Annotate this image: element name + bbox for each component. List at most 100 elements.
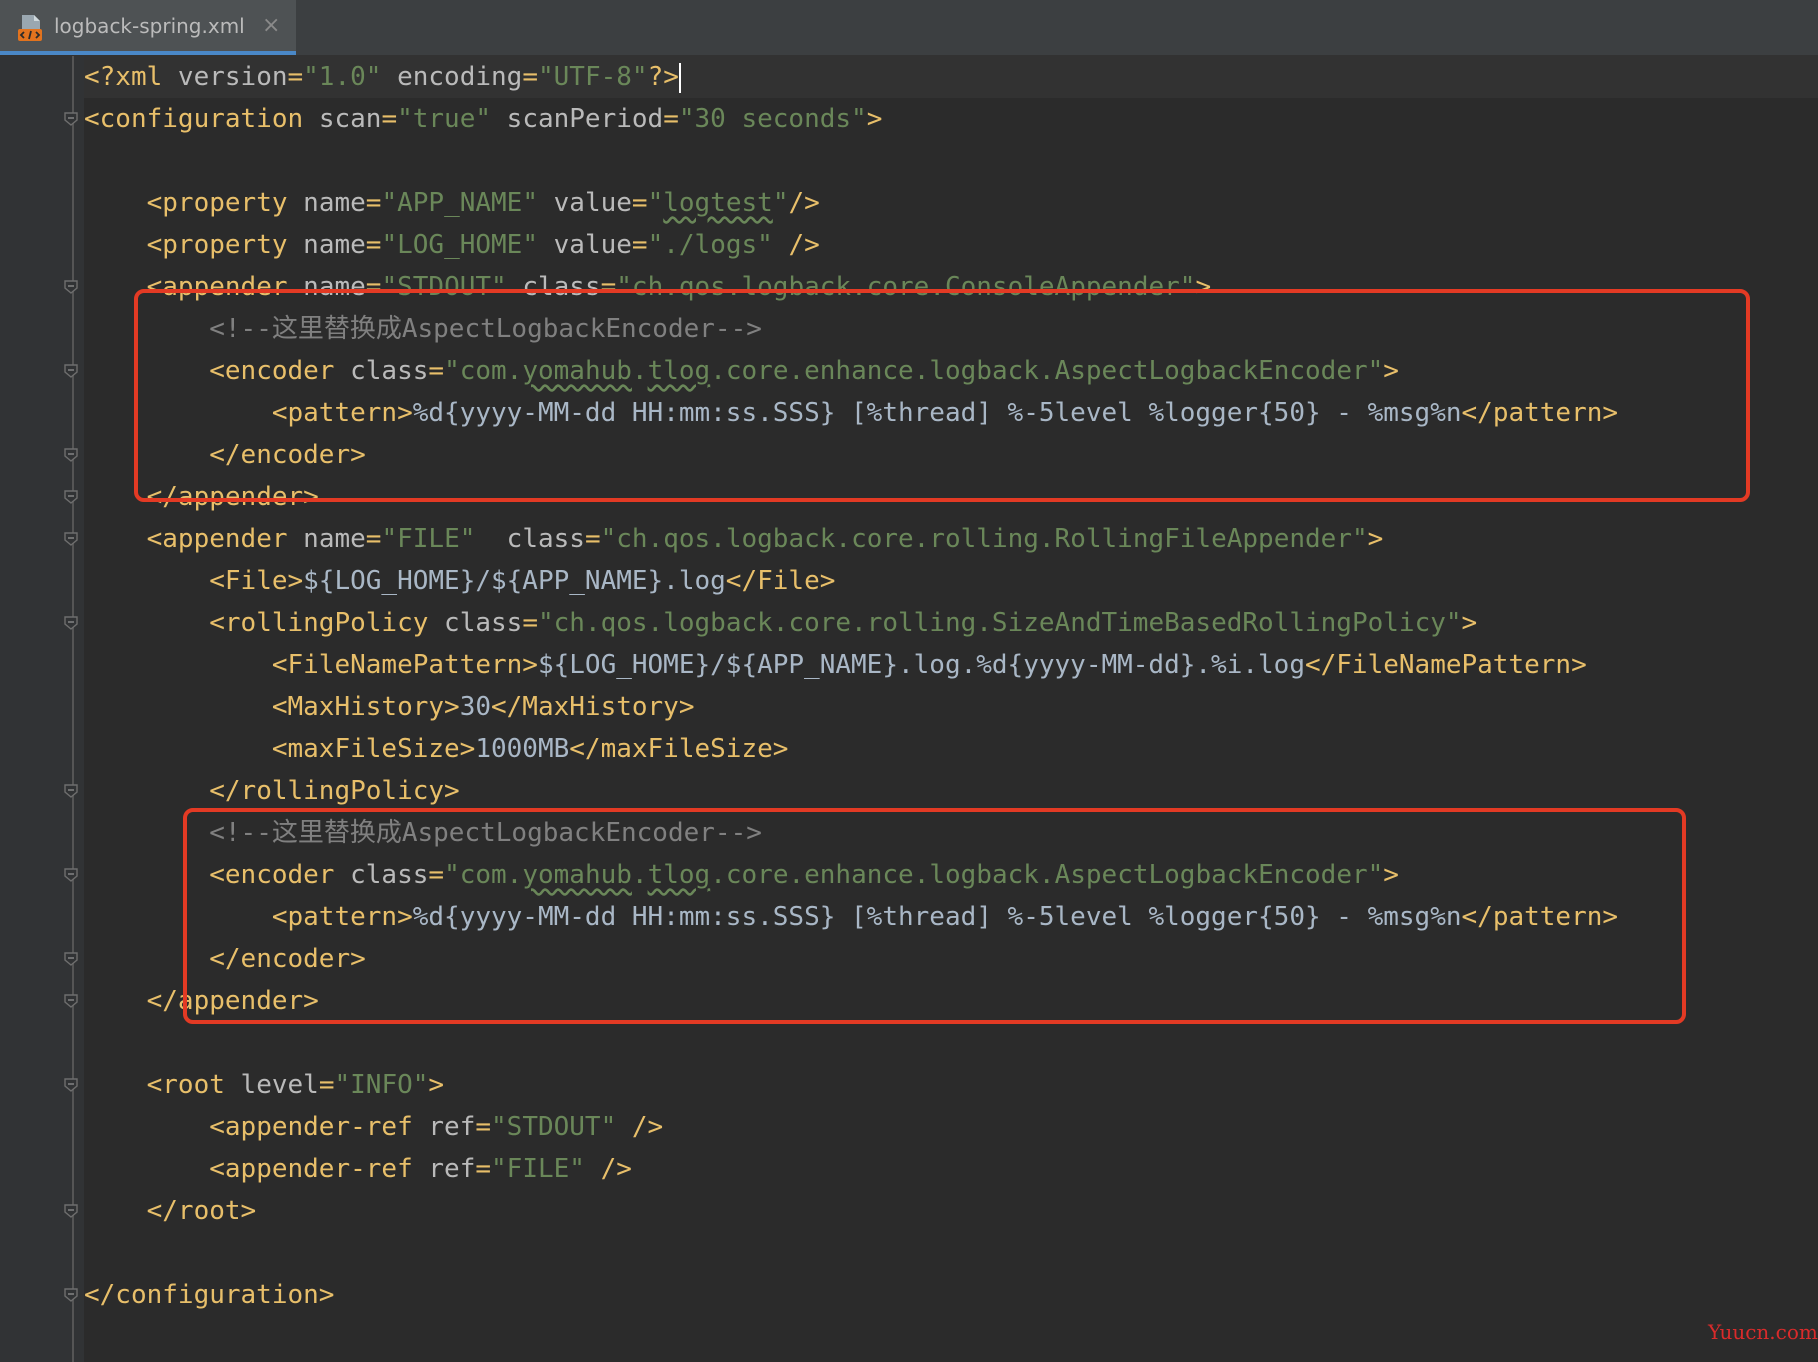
fold-icon[interactable] <box>63 783 79 799</box>
code-token: "ch.qos.logback.core.rolling.SizeAndTime… <box>537 608 1462 638</box>
close-icon[interactable]: × <box>262 14 280 38</box>
code-token: "UTF-8" <box>537 62 648 92</box>
code-token: <root <box>146 1070 241 1100</box>
code-line: <MaxHistory>30</MaxHistory> <box>84 686 695 728</box>
fold-icon[interactable] <box>63 489 79 505</box>
code-token: logtest <box>663 188 773 218</box>
code-line: <rollingPolicy class="ch.qos.logback.cor… <box>84 602 1477 644</box>
code-token: ${LOG_HOME}/${APP_NAME}.log.%d{yyyy-MM-d… <box>537 650 1305 680</box>
code-line: <property name="LOG_HOME" value="./logs"… <box>84 224 820 266</box>
fold-icon[interactable] <box>63 867 79 883</box>
code-line: </root> <box>84 1190 257 1232</box>
code-token: </MaxHistory> <box>491 692 695 722</box>
code-token: = <box>522 62 538 92</box>
code-token: 30 <box>459 692 491 722</box>
fold-icon[interactable] <box>63 615 79 631</box>
code-token: <maxFileSize> <box>271 734 476 764</box>
fold-icon[interactable] <box>63 111 79 127</box>
code-token: </FileNamePattern> <box>1304 650 1587 680</box>
code-token: " <box>772 188 789 218</box>
code-token: <?xml <box>84 62 178 92</box>
code-line: <maxFileSize>1000MB</maxFileSize> <box>84 728 789 770</box>
fold-icon[interactable] <box>63 1077 79 1093</box>
code-token: <FileNamePattern> <box>271 650 538 680</box>
code-line: <appender-ref ref="STDOUT" /> <box>84 1106 663 1148</box>
tab-logback-spring-xml[interactable]: logback-spring.xml × <box>0 0 296 55</box>
code-token: ?> <box>647 62 679 92</box>
code-token: = <box>365 188 382 218</box>
tab-filename: logback-spring.xml <box>54 14 245 38</box>
code-token: "./logs" <box>647 230 773 260</box>
code-token: = <box>365 524 382 554</box>
code-token: = <box>663 104 679 134</box>
fold-icon[interactable] <box>63 951 79 967</box>
code-token: scanPeriod <box>491 104 664 134</box>
code-line: <?xml version="1.0" encoding="UTF-8"?> <box>84 56 681 98</box>
code-token: <File> <box>209 566 304 596</box>
code-token: 1000MB <box>475 734 570 764</box>
fold-icon[interactable] <box>63 1287 79 1303</box>
code-token: ${LOG_HOME}/${APP_NAME}.log <box>303 566 726 596</box>
code-token: /> <box>772 230 820 260</box>
code-line: <File>${LOG_HOME}/${APP_NAME}.log</File> <box>84 560 835 602</box>
code-token: ref <box>428 1112 476 1142</box>
code-token: > <box>1461 608 1478 638</box>
fold-icon[interactable] <box>63 1203 79 1219</box>
code-token: "FILE" <box>491 1154 585 1184</box>
xml-file-icon <box>18 15 42 41</box>
fold-icon[interactable] <box>63 447 79 463</box>
fold-icon[interactable] <box>63 993 79 1009</box>
code-token: > <box>866 104 883 134</box>
code-token: value <box>538 188 632 218</box>
code-token: = <box>584 524 601 554</box>
code-token: "30 seconds" <box>678 104 867 134</box>
code-line: </configuration> <box>84 1274 334 1316</box>
code-editor[interactable]: <?xml version="1.0" encoding="UTF-8"?> <c… <box>84 56 1818 1362</box>
code-token: > <box>428 1070 445 1100</box>
code-token: scan <box>318 104 382 134</box>
code-token: ref <box>428 1154 476 1184</box>
code-token: name <box>303 230 366 260</box>
code-token: = <box>365 230 382 260</box>
code-token: class <box>444 608 523 638</box>
code-token: version <box>177 62 288 92</box>
highlight-box-stdout-encoder <box>134 289 1750 502</box>
code-token: /> <box>584 1154 632 1184</box>
code-token: <property <box>146 188 304 218</box>
fold-icon[interactable] <box>63 279 79 295</box>
code-line: <property name="APP_NAME" value="logtest… <box>84 182 820 224</box>
code-line: </rollingPolicy> <box>84 770 460 812</box>
code-token: /> <box>788 188 820 218</box>
code-token: "true" <box>397 104 492 134</box>
code-token: <appender-ref <box>209 1112 429 1142</box>
code-token: = <box>318 1070 335 1100</box>
highlight-box-file-encoder <box>183 808 1686 1024</box>
code-token: level <box>240 1070 319 1100</box>
code-token: "STDOUT" <box>491 1112 617 1142</box>
code-token: = <box>475 1154 492 1184</box>
code-token: > <box>1367 524 1384 554</box>
code-token: "INFO" <box>334 1070 429 1100</box>
fold-icon[interactable] <box>63 531 79 547</box>
code-token: </rollingPolicy> <box>209 776 460 806</box>
code-token: </root> <box>146 1196 257 1226</box>
fold-icon[interactable] <box>63 363 79 379</box>
code-token: = <box>631 188 648 218</box>
code-line: <root level="INFO"> <box>84 1064 444 1106</box>
text-caret <box>678 62 681 93</box>
code-token: <property <box>146 230 304 260</box>
code-token: class <box>475 524 585 554</box>
code-token: </File> <box>725 566 836 596</box>
code-token: = <box>287 62 304 92</box>
